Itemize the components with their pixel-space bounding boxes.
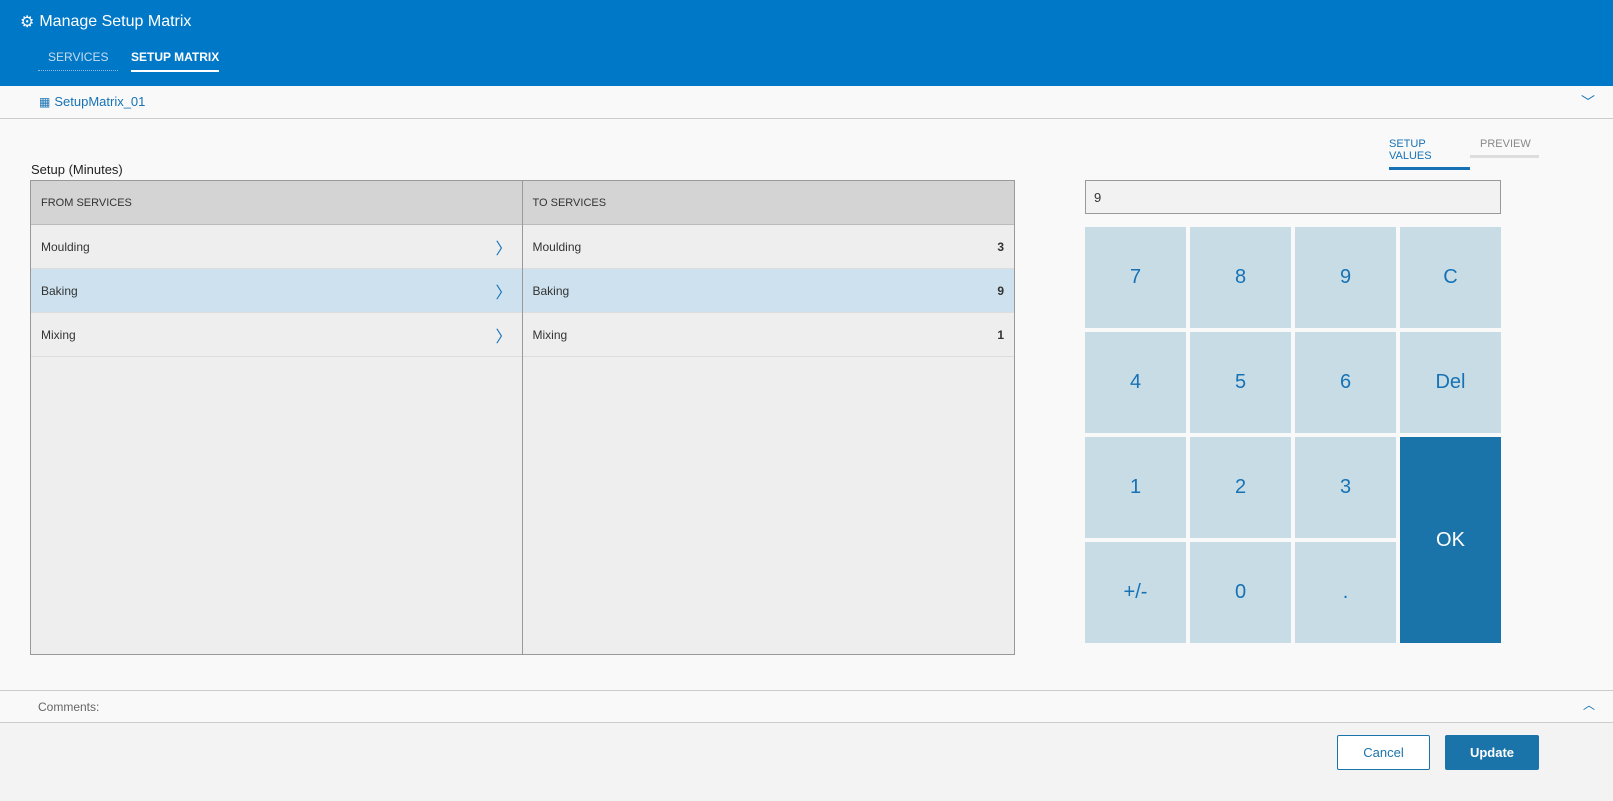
matrix-name: SetupMatrix_01 xyxy=(54,94,146,109)
to-column: TO SERVICES Moulding 3 Baking 9 Mixing 1 xyxy=(522,181,1014,654)
tab-services[interactable]: SERVICES xyxy=(38,50,119,71)
keypad: 7 8 9 C 4 5 6 Del 1 2 3 OK +/- 0 . xyxy=(1085,227,1501,643)
page-title: ⚙ Manage Setup Matrix xyxy=(20,13,192,31)
key-5[interactable]: 5 xyxy=(1190,332,1291,433)
tab-setup-matrix[interactable]: SETUP MATRIX xyxy=(131,50,220,72)
footer: Cancel Update xyxy=(0,723,1613,801)
key-2[interactable]: 2 xyxy=(1190,437,1291,538)
tab-setup-values[interactable]: SETUP VALUES xyxy=(1389,138,1470,170)
setup-grid: FROM SERVICES Moulding 〉 Baking 〉 Mixing 〉 … xyxy=(30,180,1015,655)
key-7[interactable]: 7 xyxy=(1085,227,1186,328)
update-button[interactable]: Update xyxy=(1445,735,1539,770)
from-row[interactable]: Moulding 〉 xyxy=(31,225,522,269)
to-row[interactable]: Moulding 3 xyxy=(522,225,1014,269)
key-4[interactable]: 4 xyxy=(1085,332,1186,433)
from-header: FROM SERVICES xyxy=(31,181,522,225)
chevron-right-icon: 〉 xyxy=(495,240,512,258)
key-delete[interactable]: Del xyxy=(1400,332,1501,433)
value-input[interactable]: 9 xyxy=(1085,180,1501,214)
key-3[interactable]: 3 xyxy=(1295,437,1396,538)
from-row[interactable]: Baking 〉 xyxy=(31,269,522,313)
key-ok[interactable]: OK xyxy=(1400,437,1501,643)
chevron-right-icon: 〉 xyxy=(495,328,512,346)
to-row[interactable]: Baking 9 xyxy=(522,269,1014,313)
chevron-up-icon[interactable]: ︿ xyxy=(1583,696,1595,713)
chevron-right-icon: 〉 xyxy=(495,284,512,302)
to-header: TO SERVICES xyxy=(522,181,1014,225)
header-bar: ⚙ Manage Setup Matrix SERVICES SETUP MATR… xyxy=(0,0,1613,86)
to-row[interactable]: Mixing 1 xyxy=(522,313,1014,357)
key-decimal[interactable]: . xyxy=(1295,542,1396,643)
grid-label: Setup (Minutes) xyxy=(31,162,123,177)
grid-icon: ▦ xyxy=(39,94,51,109)
key-8[interactable]: 8 xyxy=(1190,227,1291,328)
chevron-down-icon[interactable]: ﹀ xyxy=(1581,92,1595,112)
key-9[interactable]: 9 xyxy=(1295,227,1396,328)
comments-bar[interactable]: Comments: ︿ xyxy=(0,690,1613,723)
key-6[interactable]: 6 xyxy=(1295,332,1396,433)
from-column: FROM SERVICES Moulding 〉 Baking 〉 Mixing 〉 xyxy=(31,181,523,654)
key-plus-minus[interactable]: +/- xyxy=(1085,542,1186,643)
key-clear[interactable]: C xyxy=(1400,227,1501,328)
tab-preview[interactable]: PREVIEW xyxy=(1470,138,1539,158)
gear-icon: ⚙ xyxy=(20,14,35,31)
key-1[interactable]: 1 xyxy=(1085,437,1186,538)
key-0[interactable]: 0 xyxy=(1190,542,1291,643)
cancel-button[interactable]: Cancel xyxy=(1337,735,1430,770)
matrix-selector[interactable]: ▦ SetupMatrix_01 ﹀ xyxy=(0,86,1613,119)
from-row[interactable]: Mixing 〉 xyxy=(31,313,522,357)
